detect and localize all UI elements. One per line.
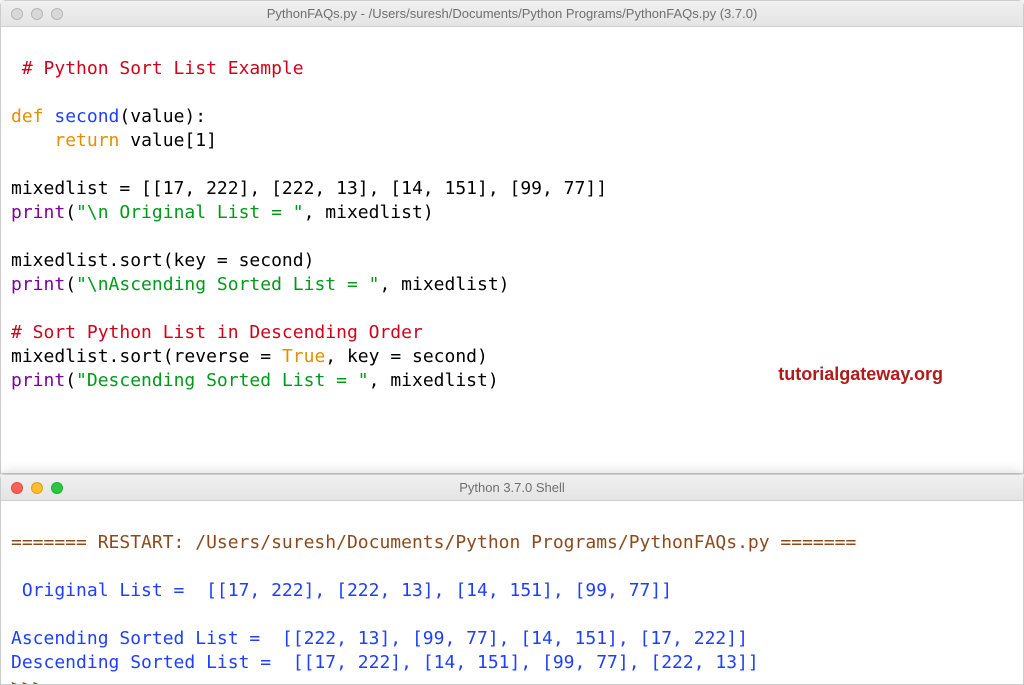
string-literal: "Descending Sorted List = ": [76, 370, 369, 391]
comment: # Sort Python List in Descending Order: [11, 322, 423, 343]
shell-titlebar: Python 3.7.0 Shell: [1, 475, 1023, 501]
code-line: mixedlist = [[17, 222], [222, 13], [14, …: [11, 178, 607, 199]
editor-window: PythonFAQs.py - /Users/suresh/Documents/…: [0, 0, 1024, 474]
code-line: mixedlist.sort(reverse = True, key = sec…: [11, 346, 488, 367]
code-line: print("Descending Sorted List = ", mixed…: [11, 370, 499, 391]
code-line: print("\nAscending Sorted List = ", mixe…: [11, 274, 510, 295]
builtin-print: print: [11, 202, 65, 223]
string-literal: "\nAscending Sorted List = ": [76, 274, 379, 295]
output-line: Ascending Sorted List = [[222, 13], [99,…: [11, 628, 748, 649]
shell-title: Python 3.7.0 Shell: [11, 480, 1013, 495]
shell-window: Python 3.7.0 Shell ======= RESTART: /Use…: [0, 474, 1024, 685]
code-line: print("\n Original List = ", mixedlist): [11, 202, 434, 223]
editor-titlebar: PythonFAQs.py - /Users/suresh/Documents/…: [1, 1, 1023, 27]
shell-prompt[interactable]: >>>: [11, 676, 54, 684]
code-line: def second(value):: [11, 106, 206, 127]
code-line: return value[1]: [11, 130, 217, 151]
keyword-def: def: [11, 106, 44, 127]
code-line: # Python Sort List Example: [11, 58, 304, 79]
watermark: tutorialgateway.org: [778, 362, 943, 386]
keyword-true: True: [282, 346, 325, 367]
output-line: Descending Sorted List = [[17, 222], [14…: [11, 652, 759, 673]
restart-banner: ======= RESTART: /Users/suresh/Documents…: [11, 532, 856, 553]
builtin-print: print: [11, 370, 65, 391]
comment: # Python Sort List Example: [22, 58, 304, 79]
builtin-print: print: [11, 274, 65, 295]
shell-output[interactable]: ======= RESTART: /Users/suresh/Documents…: [1, 501, 1023, 684]
string-literal: "\n Original List = ": [76, 202, 304, 223]
func-name: second: [54, 106, 119, 127]
code-editor[interactable]: # Python Sort List Example def second(va…: [1, 27, 1023, 473]
keyword-return: return: [54, 130, 119, 151]
code-line: # Sort Python List in Descending Order: [11, 322, 423, 343]
editor-title: PythonFAQs.py - /Users/suresh/Documents/…: [11, 6, 1013, 21]
output-line: Original List = [[17, 222], [222, 13], […: [11, 580, 672, 601]
code-line: mixedlist.sort(key = second): [11, 250, 314, 271]
